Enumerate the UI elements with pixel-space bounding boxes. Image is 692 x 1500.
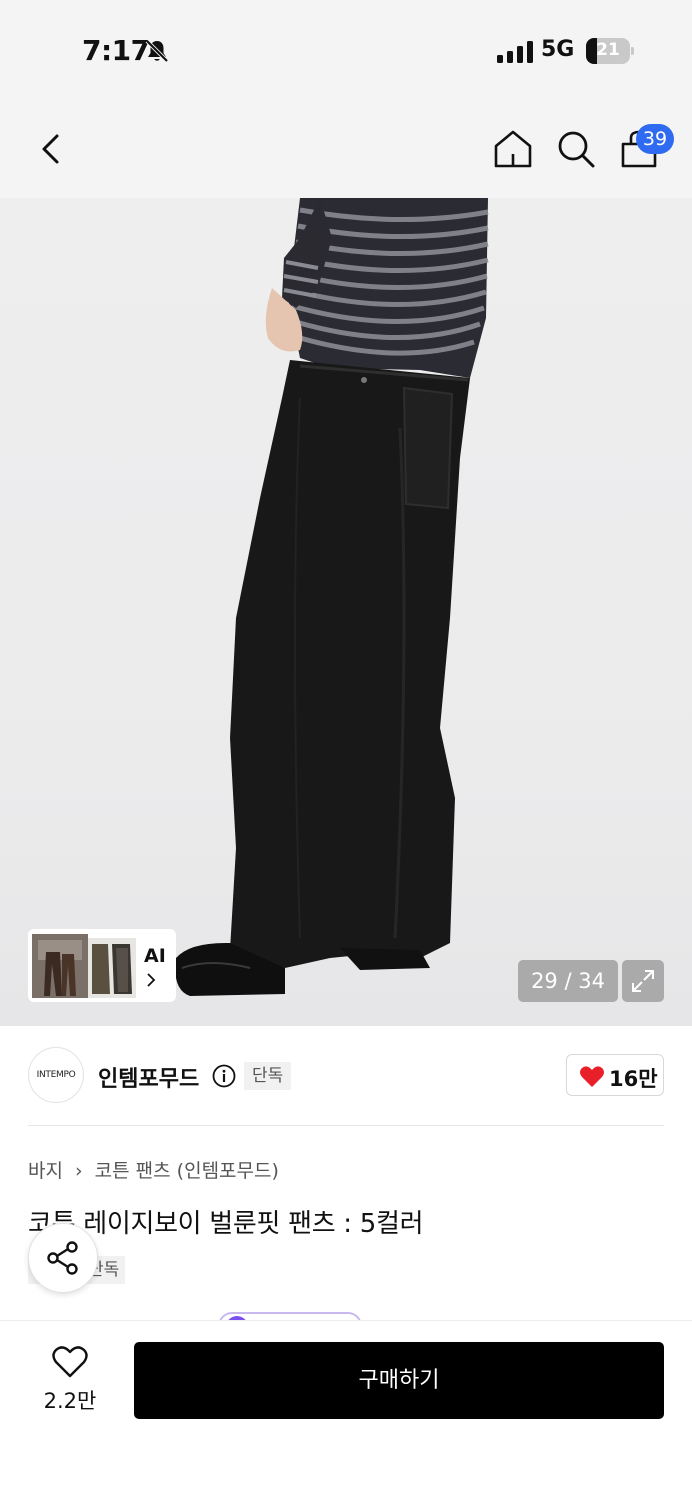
divider bbox=[28, 1125, 664, 1126]
share-button[interactable] bbox=[28, 1223, 98, 1293]
product-image-gallery[interactable]: AI 29 / 34 bbox=[0, 198, 692, 1026]
status-bar: 7:17 5G 21 bbox=[0, 0, 692, 100]
brand-like-count: 16만 bbox=[609, 1067, 658, 1091]
brand-like-button[interactable]: 16만 bbox=[566, 1054, 664, 1096]
buy-button[interactable]: 구매하기 bbox=[134, 1342, 664, 1419]
expand-button[interactable] bbox=[622, 960, 664, 1002]
wishlist-count: 2.2만 bbox=[43, 1389, 97, 1413]
status-time: 7:17 bbox=[82, 34, 150, 67]
top-nav-bar bbox=[0, 100, 692, 198]
image-counter: 29 / 34 bbox=[518, 960, 618, 1002]
breadcrumb: 바지 › 코튼 팬츠 (인템포무드) bbox=[28, 1156, 279, 1183]
exclusive-badge: 단독 bbox=[244, 1062, 292, 1090]
chevron-right-icon: › bbox=[75, 1160, 83, 1182]
info-icon[interactable] bbox=[212, 1064, 236, 1088]
ai-thumbnail-image bbox=[32, 934, 136, 998]
brand-logo[interactable]: INTEMPO bbox=[28, 1047, 84, 1103]
signal-icon bbox=[497, 41, 533, 63]
expand-icon bbox=[632, 970, 654, 992]
back-arrow-icon[interactable] bbox=[30, 128, 72, 170]
home-icon[interactable] bbox=[492, 128, 534, 170]
cart-count-badge[interactable]: 39 bbox=[636, 124, 674, 154]
network-type: 5G bbox=[541, 37, 575, 62]
bell-slash-icon bbox=[145, 39, 169, 63]
ai-label: AI bbox=[144, 945, 166, 967]
ai-similar-card[interactable]: AI bbox=[28, 929, 176, 1002]
search-icon[interactable] bbox=[555, 128, 597, 170]
brand-name[interactable]: 인템포무드 bbox=[98, 1061, 199, 1093]
battery-level: 21 bbox=[596, 40, 620, 60]
product-photo bbox=[175, 198, 489, 996]
heart-outline-icon[interactable] bbox=[52, 1345, 88, 1379]
share-icon bbox=[47, 1241, 78, 1275]
heart-filled-icon bbox=[580, 1066, 604, 1087]
breadcrumb-item-category[interactable]: 바지 bbox=[28, 1160, 63, 1182]
battery-icon: 21 bbox=[586, 38, 634, 64]
chevron-right-icon bbox=[147, 973, 156, 987]
breadcrumb-item-subcategory[interactable]: 코튼 팬츠 (인템포무드) bbox=[95, 1160, 279, 1182]
